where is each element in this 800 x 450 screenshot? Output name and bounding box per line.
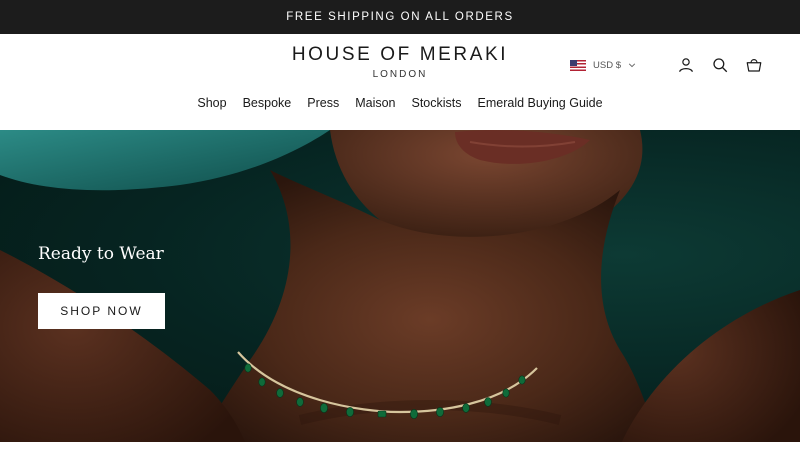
shop-now-button[interactable]: SHOP NOW: [38, 293, 165, 329]
nav-item-stockists[interactable]: Stockists: [412, 96, 462, 110]
chevron-down-icon: [628, 63, 636, 68]
search-button[interactable]: [710, 55, 730, 75]
flag-us-icon: [570, 59, 587, 71]
announcement-bar: FREE SHIPPING ON ALL ORDERS: [0, 0, 800, 34]
cart-button[interactable]: [744, 55, 764, 75]
account-icon: [679, 58, 693, 73]
announcement-text: FREE SHIPPING ON ALL ORDERS: [286, 11, 514, 23]
nav-item-emerald-buying-guide[interactable]: Emerald Buying Guide: [478, 96, 603, 110]
account-button[interactable]: [676, 55, 696, 75]
hero-image: [0, 130, 800, 442]
page-bottom: [0, 442, 800, 450]
nav-item-press[interactable]: Press: [307, 96, 339, 110]
cart-icon: [746, 59, 762, 72]
site-header: HOUSE OF MERAKI LONDON USD $ Shop Bespok…: [0, 34, 800, 130]
nav-item-maison[interactable]: Maison: [355, 96, 395, 110]
nav-item-bespoke[interactable]: Bespoke: [243, 96, 292, 110]
nav-item-shop[interactable]: Shop: [197, 96, 226, 110]
currency-selector[interactable]: USD $: [570, 59, 636, 71]
hero-banner: Ready to Wear SHOP NOW: [0, 130, 800, 442]
hero-title: Ready to Wear: [38, 244, 164, 264]
currency-label: USD $: [593, 59, 621, 71]
main-nav: Shop Bespoke Press Maison Stockists Emer…: [0, 96, 800, 110]
search-icon: [713, 58, 728, 73]
header-utilities: USD $: [570, 54, 764, 76]
